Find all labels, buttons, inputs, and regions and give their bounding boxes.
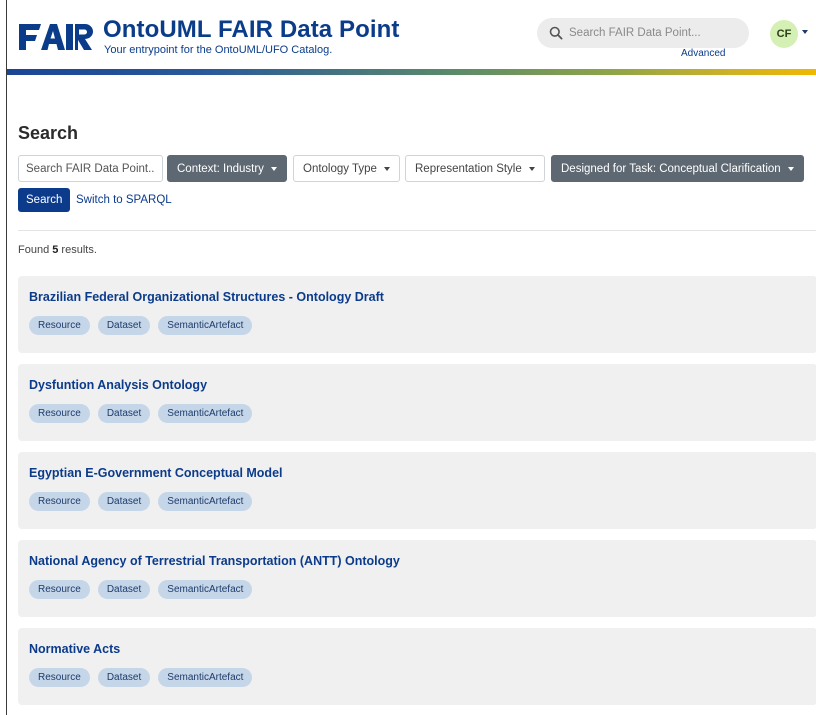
search-icon (549, 26, 563, 40)
results-count-text: Found 5 results. (18, 244, 97, 256)
header-search-input[interactable] (569, 27, 739, 39)
caret-down-icon (787, 166, 794, 171)
tag-badge: SemanticArtefact (158, 668, 253, 687)
caret-down-icon (528, 166, 535, 171)
filter-context-label: Context: Industry (177, 162, 264, 175)
header-search-box[interactable] (537, 18, 749, 48)
result-tags: Resource Dataset SemanticArtefact (29, 580, 260, 599)
result-card: Egyptian E-Government Conceptual Model R… (18, 452, 816, 529)
result-title-link[interactable]: Brazilian Federal Organizational Structu… (29, 290, 384, 304)
caret-down-icon (383, 166, 390, 171)
chevron-down-icon[interactable] (802, 30, 808, 34)
search-input[interactable] (18, 155, 163, 182)
result-title-link[interactable]: National Agency of Terrestrial Transport… (29, 554, 400, 568)
filter-designed-task-label: Designed for Task: Conceptual Clarificat… (561, 162, 781, 175)
tag-badge: Resource (29, 492, 90, 511)
result-title-link[interactable]: Egyptian E-Government Conceptual Model (29, 466, 283, 480)
tag-badge: Dataset (97, 404, 151, 423)
result-card: Normative Acts Resource Dataset Semantic… (18, 628, 816, 705)
caret-down-icon (270, 166, 277, 171)
result-tags: Resource Dataset SemanticArtefact (29, 404, 260, 423)
result-tags: Resource Dataset SemanticArtefact (29, 668, 260, 687)
result-tags: Resource Dataset SemanticArtefact (29, 492, 260, 511)
tag-badge: Resource (29, 404, 90, 423)
filter-designed-task-dropdown[interactable]: Designed for Task: Conceptual Clarificat… (551, 155, 804, 182)
results-found-prefix: Found (18, 244, 53, 256)
result-tags: Resource Dataset SemanticArtefact (29, 316, 260, 335)
result-title-link[interactable]: Dysfuntion Analysis Ontology (29, 378, 207, 392)
tag-badge: SemanticArtefact (158, 316, 253, 335)
site-subtitle: Your entrypoint for the OntoUML/UFO Cata… (104, 44, 333, 56)
tag-badge: SemanticArtefact (158, 492, 253, 511)
result-card: Dysfuntion Analysis Ontology Resource Da… (18, 364, 816, 441)
site-header: OntoUML FAIR Data Point Your entrypoint … (7, 0, 816, 75)
filter-representation-style-dropdown[interactable]: Representation Style (405, 155, 545, 182)
filter-ontology-type-dropdown[interactable]: Ontology Type (293, 155, 400, 182)
fair-logo-icon (19, 24, 93, 50)
filter-context-dropdown[interactable]: Context: Industry (167, 155, 287, 182)
tag-badge: Dataset (97, 316, 151, 335)
tag-badge: Resource (29, 316, 90, 335)
tag-badge: Resource (29, 580, 90, 599)
search-button[interactable]: Search (18, 188, 71, 212)
tag-badge: Dataset (97, 668, 151, 687)
result-title-link[interactable]: Normative Acts (29, 642, 120, 656)
user-avatar[interactable]: CF (770, 20, 798, 48)
filter-ontology-type-label: Ontology Type (303, 162, 377, 175)
tag-badge: SemanticArtefact (158, 404, 253, 423)
filter-representation-style-label: Representation Style (415, 162, 522, 175)
fair-logo[interactable] (19, 20, 93, 54)
switch-to-sparql-link[interactable]: Switch to SPARQL (76, 194, 172, 206)
advanced-search-link[interactable]: Advanced (681, 48, 725, 59)
result-card: Brazilian Federal Organizational Structu… (18, 276, 816, 353)
page-title: Search (18, 123, 79, 143)
header-gradient-bar (7, 69, 816, 75)
results-found-suffix: results. (58, 244, 97, 256)
tag-badge: Resource (29, 668, 90, 687)
divider (18, 230, 816, 231)
page-frame: OntoUML FAIR Data Point Your entrypoint … (6, 0, 816, 715)
tag-badge: Dataset (97, 580, 151, 599)
tag-badge: Dataset (97, 492, 151, 511)
result-card: National Agency of Terrestrial Transport… (18, 540, 816, 617)
site-title[interactable]: OntoUML FAIR Data Point (103, 16, 400, 44)
tag-badge: SemanticArtefact (158, 580, 253, 599)
